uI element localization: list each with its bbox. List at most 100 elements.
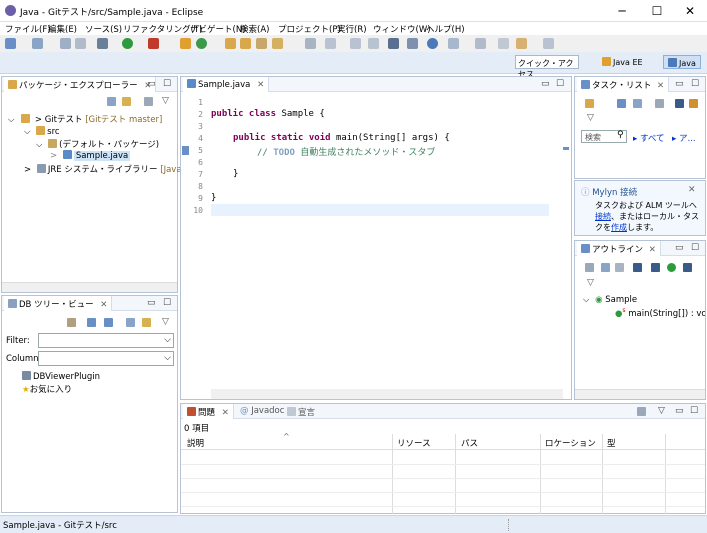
- tab-package-explorer[interactable]: パッケージ・エクスプローラー ✕: [4, 77, 157, 92]
- menu-project[interactable]: プロジェクト(P): [278, 23, 341, 35]
- menu-edit[interactable]: 編集(E): [48, 23, 77, 35]
- tab-outline[interactable]: アウトライン ✕: [577, 241, 661, 256]
- quick-access-input[interactable]: クイック・アクセス: [515, 55, 579, 79]
- code-line-2[interactable]: public class Sample {: [211, 109, 325, 119]
- column-location[interactable]: ロケーション: [545, 437, 596, 449]
- next-annotation-icon[interactable]: [448, 38, 459, 49]
- view-menu-icon[interactable]: ▽: [658, 406, 665, 416]
- hide-completed-icon[interactable]: [655, 99, 664, 108]
- menu-search[interactable]: 検索(A): [240, 23, 269, 35]
- tree-item-favorites[interactable]: ★お気に入り: [22, 383, 72, 395]
- new-package-icon[interactable]: [180, 38, 191, 49]
- save-all-icon[interactable]: [75, 38, 86, 49]
- column-description[interactable]: 説明: [187, 437, 204, 449]
- globe-icon[interactable]: [427, 38, 438, 49]
- block-selection-icon[interactable]: [350, 38, 361, 49]
- toggle-breadcrumb-icon[interactable]: [325, 38, 336, 49]
- close-button[interactable]: ✕: [673, 0, 707, 22]
- close-icon[interactable]: ✕: [222, 408, 229, 418]
- scheduled-icon[interactable]: [633, 99, 642, 108]
- horizontal-scrollbar[interactable]: [211, 389, 563, 399]
- menu-run[interactable]: 実行(R): [337, 23, 367, 35]
- perspective-javaee-button[interactable]: Java EE: [598, 55, 647, 69]
- new-project-icon[interactable]: [32, 38, 43, 49]
- minimize-icon[interactable]: ▭: [147, 298, 156, 308]
- menu-source[interactable]: ソース(S): [85, 23, 122, 35]
- filter-select[interactable]: ⌵: [38, 333, 174, 348]
- maximize-icon[interactable]: ☐: [691, 243, 699, 253]
- new-task-icon[interactable]: [585, 99, 594, 108]
- tree-item-src[interactable]: ⌵ src: [24, 126, 60, 137]
- tab-javadoc[interactable]: @ Javadoc: [236, 404, 288, 419]
- collapse-all-icon[interactable]: [107, 97, 116, 106]
- new-class-icon[interactable]: [196, 38, 207, 49]
- minimize-icon[interactable]: ▭: [541, 79, 550, 89]
- tree-item-sample-java[interactable]: > Sample.java: [50, 150, 131, 161]
- column-path[interactable]: パス: [461, 437, 478, 449]
- column-select[interactable]: ⌵: [38, 351, 174, 366]
- tree-item-dbviewer[interactable]: DBViewerPlugin: [22, 371, 100, 382]
- maximize-icon[interactable]: ☐: [691, 79, 699, 89]
- prev-annotation-icon[interactable]: [475, 38, 486, 49]
- column-resource[interactable]: リソース: [397, 437, 431, 449]
- overview-ruler-marker[interactable]: [563, 147, 569, 150]
- maximize-icon[interactable]: ☐: [556, 79, 564, 89]
- code-line-5[interactable]: // TODO 自動生成されたメソッド・スタブ: [257, 145, 435, 158]
- tab-db-tree[interactable]: DB ツリー・ビュー ✕: [4, 296, 113, 311]
- mark-occurrences-icon[interactable]: [305, 38, 316, 49]
- maximize-button[interactable]: ☐: [640, 0, 674, 22]
- minimize-icon[interactable]: ▭: [675, 406, 684, 416]
- open-task-icon[interactable]: [256, 38, 267, 49]
- show-whitespace-icon[interactable]: [368, 38, 379, 49]
- menu-navigate[interactable]: ナビゲート(N): [190, 23, 246, 35]
- sort-icon[interactable]: [601, 263, 610, 272]
- debug-settings-icon[interactable]: [97, 38, 108, 49]
- filter-icon[interactable]: [144, 97, 153, 106]
- tree-item-default-package[interactable]: ⌵ (デフォルト・パッケージ): [36, 138, 159, 150]
- close-icon[interactable]: ✕: [688, 185, 696, 195]
- tree-item-project[interactable]: ⌵ > Gitテスト [Gitテスト master]: [8, 113, 162, 125]
- view-menu-icon[interactable]: ▽: [587, 278, 594, 288]
- save-icon[interactable]: [60, 38, 71, 49]
- create-link[interactable]: 作成: [611, 223, 627, 232]
- maximize-icon[interactable]: ☐: [163, 298, 171, 308]
- collapse-all-icon[interactable]: [126, 318, 135, 327]
- minimize-icon[interactable]: ▭: [675, 79, 684, 89]
- focus-icon[interactable]: [689, 99, 698, 108]
- minimize-icon[interactable]: ▭: [147, 79, 156, 89]
- outline-item-class[interactable]: ⌵ ◉ Sample: [583, 295, 637, 305]
- collapse-icon[interactable]: [585, 263, 594, 272]
- open-folder-icon[interactable]: [225, 38, 236, 49]
- view-menu-icon[interactable]: ▽: [587, 113, 594, 123]
- run-icon[interactable]: [122, 38, 133, 49]
- link-editor-icon[interactable]: [122, 97, 131, 106]
- connect-link[interactable]: 接続: [595, 212, 611, 221]
- view-menu-icon[interactable]: ▽: [162, 317, 169, 327]
- filter-icon[interactable]: [637, 407, 646, 416]
- console-icon[interactable]: [388, 38, 399, 49]
- close-icon[interactable]: ✕: [257, 80, 264, 90]
- new-icon[interactable]: [5, 38, 16, 49]
- last-edit-icon[interactable]: [498, 38, 509, 49]
- filter-more-link[interactable]: ▸ ア...: [672, 132, 696, 144]
- db-export-icon[interactable]: [104, 318, 113, 327]
- menu-file[interactable]: ファイル(F): [5, 23, 51, 35]
- minimize-button[interactable]: ─: [605, 0, 639, 22]
- code-line-4[interactable]: public static void main(String[] args) {: [233, 133, 450, 143]
- categorized-icon[interactable]: [617, 99, 626, 108]
- back-icon[interactable]: [516, 38, 527, 49]
- outline-item-method[interactable]: ●s main(String[]) : void: [615, 307, 705, 319]
- db-connect-icon[interactable]: [67, 318, 76, 327]
- horizontal-scrollbar[interactable]: [2, 282, 177, 292]
- hide-local-types-icon[interactable]: [667, 263, 676, 272]
- hide-static-icon[interactable]: [633, 263, 642, 272]
- view-menu-icon[interactable]: ▽: [162, 96, 169, 106]
- search-icon[interactable]: [272, 38, 283, 49]
- close-icon[interactable]: ✕: [657, 81, 664, 91]
- column-type[interactable]: 型: [607, 437, 616, 449]
- db-import-icon[interactable]: [87, 318, 96, 327]
- filter-all-link[interactable]: ▸ すべて: [633, 132, 665, 144]
- hide-nonpublic-icon[interactable]: [651, 263, 660, 272]
- code-line-7[interactable]: }: [233, 169, 238, 179]
- menu-help[interactable]: ヘルプ(H): [426, 23, 465, 35]
